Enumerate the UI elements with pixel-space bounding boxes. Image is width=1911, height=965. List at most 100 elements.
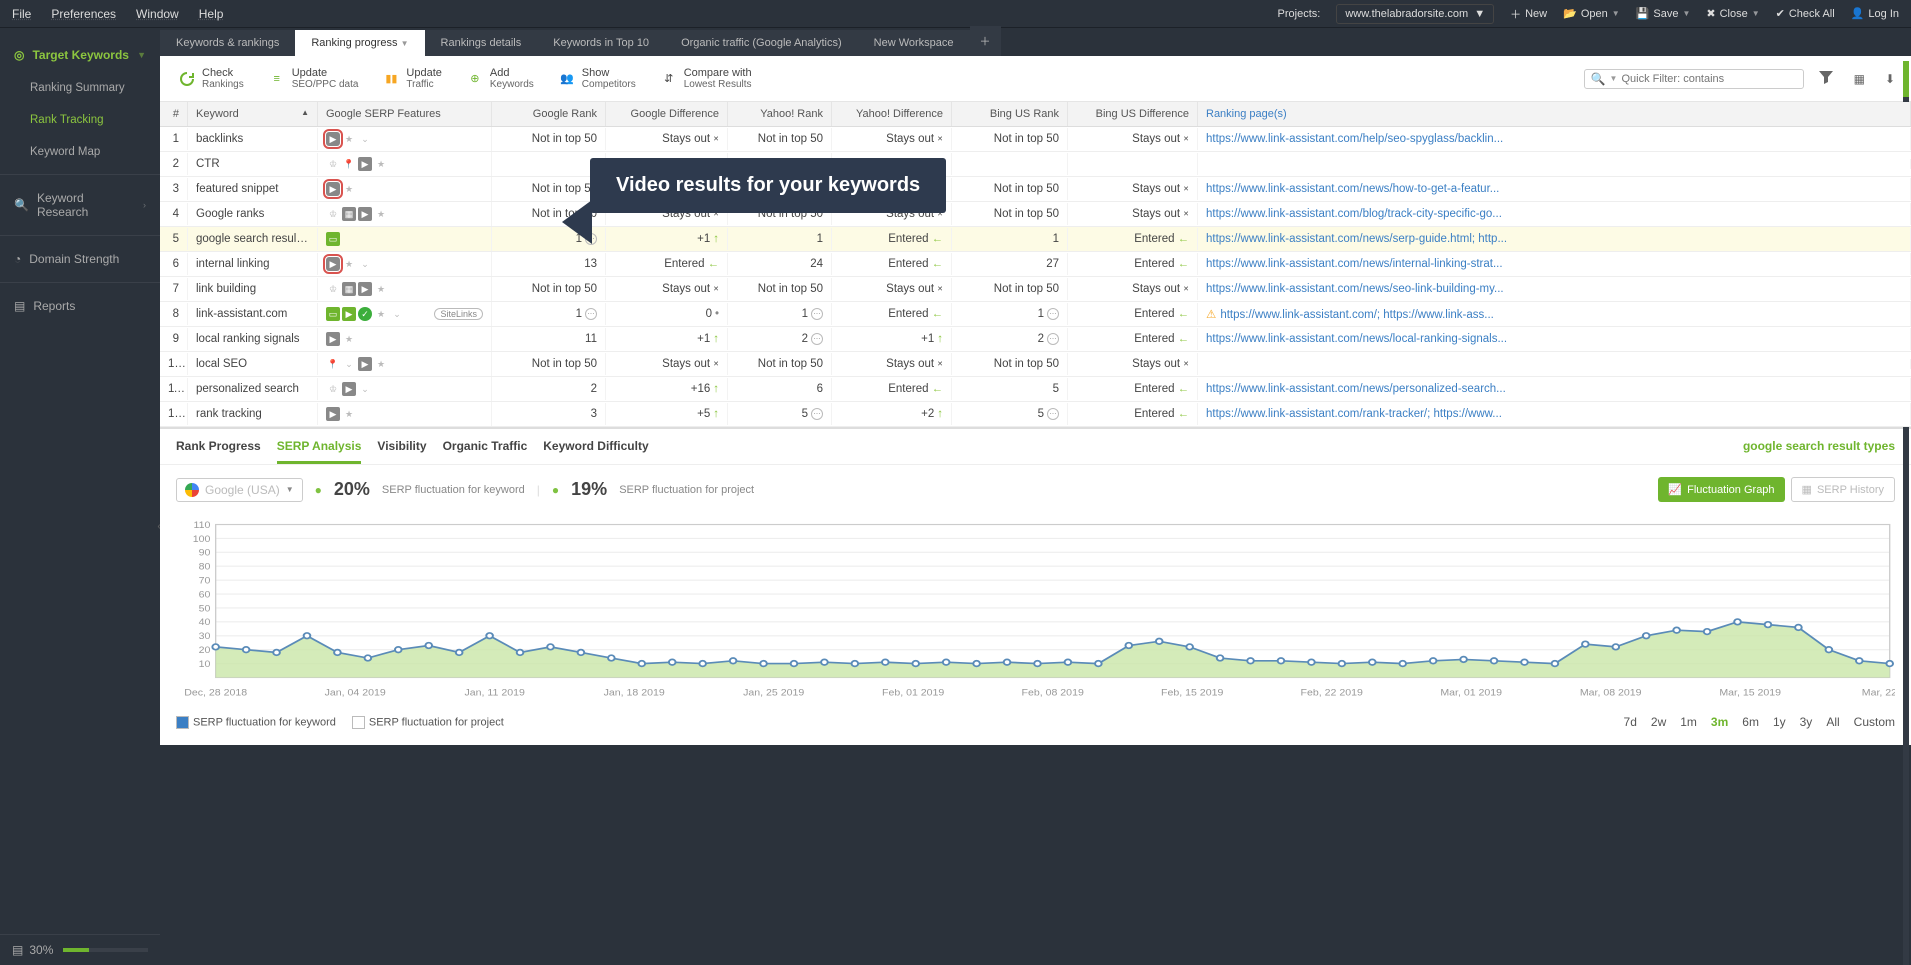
ltab-keyword-difficulty[interactable]: Keyword Difficulty bbox=[543, 439, 648, 464]
project-selector[interactable]: www.thelabradorsite.com ▼ bbox=[1336, 4, 1494, 24]
range-7d[interactable]: 7d bbox=[1624, 715, 1637, 729]
open-button[interactable]: 📂Open▼ bbox=[1563, 7, 1620, 20]
table-row[interactable]: 4Google ranks♔▦▶★Not in top 50Stays out✕… bbox=[160, 202, 1911, 227]
table-row[interactable]: 2CTR♔📍▶★ bbox=[160, 152, 1911, 177]
tasks-icon: ▤ bbox=[12, 943, 23, 957]
video-icon: ▶ bbox=[358, 207, 372, 221]
compare-icon: ⇵ bbox=[660, 70, 678, 88]
download-icon[interactable]: ⬇ bbox=[1885, 72, 1895, 86]
header-yahoo-rank[interactable]: Yahoo! Rank bbox=[728, 102, 832, 126]
table-row[interactable]: 1backlinks▶★⌄Not in top 50Stays out✕Not … bbox=[160, 127, 1911, 152]
tab-new-workspace[interactable]: New Workspace bbox=[858, 30, 970, 56]
header-bing-diff[interactable]: Bing US Difference bbox=[1068, 102, 1198, 126]
table-row[interactable]: 10local SEO📍⌄▶★Not in top 50Stays out✕No… bbox=[160, 352, 1911, 377]
tab-keywords-top10[interactable]: Keywords in Top 10 bbox=[537, 30, 665, 56]
close-button[interactable]: ✖Close▼ bbox=[1706, 7, 1759, 20]
table-row[interactable]: 5google search result types▭1⋯+1↑1Entere… bbox=[160, 227, 1911, 252]
quick-filter[interactable]: 🔍▼ bbox=[1584, 69, 1804, 89]
quick-filter-input[interactable] bbox=[1621, 73, 1796, 85]
bars-icon: ▮▮ bbox=[382, 70, 400, 88]
header-google-rank[interactable]: Google Rank bbox=[492, 102, 606, 126]
video-icon: ▶ bbox=[358, 357, 372, 371]
tab-rankings-details[interactable]: Rankings details bbox=[425, 30, 538, 56]
sidebar-keyword-research[interactable]: 🔍Keyword Research› bbox=[0, 181, 160, 229]
sidebar-keyword-map[interactable]: Keyword Map bbox=[0, 136, 160, 168]
table-row[interactable]: 6internal linking▶★⌄13Entered←24Entered←… bbox=[160, 252, 1911, 277]
grid-icon[interactable]: ▦ bbox=[1854, 72, 1865, 86]
star-icon: ★ bbox=[374, 357, 388, 371]
header-google-diff[interactable]: Google Difference bbox=[606, 102, 728, 126]
legend-kw-checkbox[interactable]: SERP fluctuation for keyword bbox=[176, 716, 336, 729]
svg-text:Feb, 22 2019: Feb, 22 2019 bbox=[1301, 688, 1363, 698]
sidebar-ranking-summary[interactable]: Ranking Summary bbox=[0, 72, 160, 104]
fluctuation-graph-button[interactable]: 📈Fluctuation Graph bbox=[1658, 477, 1784, 502]
new-button[interactable]: ＋New bbox=[1510, 6, 1547, 22]
legend-prj-checkbox[interactable]: SERP fluctuation for project bbox=[352, 716, 504, 729]
svg-text:Mar, 01 2019: Mar, 01 2019 bbox=[1440, 688, 1502, 698]
table-row[interactable]: 9local ranking signals▶★11+1↑2⋯+1↑2⋯Ente… bbox=[160, 327, 1911, 352]
star-icon: ★ bbox=[374, 157, 388, 171]
range-1m[interactable]: 1m bbox=[1680, 715, 1697, 729]
filter-icon[interactable] bbox=[1818, 69, 1834, 88]
tab-ranking-progress[interactable]: Ranking progress ▼ bbox=[295, 30, 424, 56]
sidebar-domain-strength[interactable]: ◔Domain Strength bbox=[0, 242, 160, 276]
tab-add-workspace[interactable]: ＋ bbox=[970, 26, 1001, 56]
refresh-icon bbox=[178, 70, 196, 88]
login-button[interactable]: 👤Log In bbox=[1851, 7, 1899, 20]
range-2w[interactable]: 2w bbox=[1651, 715, 1666, 729]
menu-help[interactable]: Help bbox=[199, 7, 224, 21]
tab-organic-traffic[interactable]: Organic traffic (Google Analytics) bbox=[665, 30, 858, 56]
table-row[interactable]: 12rank tracking▶★3+5↑5⋯+2↑5⋯Entered←http… bbox=[160, 402, 1911, 427]
header-keyword[interactable]: Keyword ▲ bbox=[188, 102, 318, 126]
ltab-organic-traffic[interactable]: Organic Traffic bbox=[443, 439, 528, 464]
check-all-button[interactable]: ✔Check All bbox=[1776, 7, 1835, 20]
serp-history-button[interactable]: ▦SERP History bbox=[1791, 477, 1895, 502]
ltab-serp-analysis[interactable]: SERP Analysis bbox=[277, 439, 362, 464]
range-3m[interactable]: 3m bbox=[1711, 715, 1728, 729]
svg-text:Mar, 22 201: Mar, 22 201 bbox=[1862, 688, 1895, 698]
chevron-right-icon: › bbox=[143, 200, 146, 210]
range-3y[interactable]: 3y bbox=[1800, 715, 1813, 729]
star-icon: ★ bbox=[374, 307, 388, 321]
header-ranking-pages[interactable]: Ranking page(s) bbox=[1198, 102, 1911, 126]
update-seo-button[interactable]: ≡UpdateSEO/PPC data bbox=[260, 63, 367, 94]
save-button[interactable]: 💾Save▼ bbox=[1636, 7, 1691, 20]
check-rankings-button[interactable]: CheckRankings bbox=[170, 63, 252, 94]
sidebar-reports[interactable]: ▤Reports bbox=[0, 289, 160, 323]
menu-preferences[interactable]: Preferences bbox=[51, 7, 116, 21]
toolbar: CheckRankings ≡UpdateSEO/PPC data ▮▮Upda… bbox=[160, 56, 1911, 102]
range-1y[interactable]: 1y bbox=[1773, 715, 1786, 729]
ltab-rank-progress[interactable]: Rank Progress bbox=[176, 439, 261, 464]
video-icon: ▶ bbox=[342, 382, 356, 396]
table-row[interactable]: 11personalized search♔▶⌄2+16↑6Entered←5E… bbox=[160, 377, 1911, 402]
tab-keywords-rankings[interactable]: Keywords & rankings bbox=[160, 30, 295, 56]
menu-window[interactable]: Window bbox=[136, 7, 179, 21]
compare-button[interactable]: ⇵Compare withLowest Results bbox=[652, 63, 760, 94]
header-bing-rank[interactable]: Bing US Rank bbox=[952, 102, 1068, 126]
show-competitors-button[interactable]: 👥ShowCompetitors bbox=[550, 63, 644, 94]
header-serp-features[interactable]: Google SERP Features bbox=[318, 102, 492, 126]
header-yahoo-diff[interactable]: Yahoo! Difference bbox=[832, 102, 952, 126]
sidebar-target-keywords[interactable]: ◎Target Keywords▼ bbox=[0, 38, 160, 72]
svg-text:10: 10 bbox=[199, 660, 211, 670]
plus-circle-icon: ⊕ bbox=[466, 70, 484, 88]
range-All[interactable]: All bbox=[1826, 715, 1839, 729]
table-row[interactable]: 7link building♔▦▶★Not in top 50Stays out… bbox=[160, 277, 1911, 302]
pin-icon: 📍 bbox=[342, 157, 356, 171]
range-6m[interactable]: 6m bbox=[1742, 715, 1759, 729]
check-icon: ✔ bbox=[1776, 7, 1785, 20]
topbar: File Preferences Window Help Projects: w… bbox=[0, 0, 1911, 28]
table-row[interactable]: 8link-assistant.com▭▶✓★⌄SiteLinks1⋯0•1⋯E… bbox=[160, 302, 1911, 327]
ltab-visibility[interactable]: Visibility bbox=[377, 439, 426, 464]
range-Custom[interactable]: Custom bbox=[1854, 715, 1895, 729]
search-engine-selector[interactable]: Google (USA) ▼ bbox=[176, 478, 303, 502]
sidebar-rank-tracking[interactable]: Rank Tracking bbox=[0, 104, 160, 136]
video-icon: ▶ bbox=[342, 307, 356, 321]
table-row[interactable]: 3featured snippet▶★Not in top 50Stays ou… bbox=[160, 177, 1911, 202]
header-index[interactable]: # bbox=[160, 102, 188, 126]
video-icon: ▶ bbox=[326, 257, 340, 271]
menu-file[interactable]: File bbox=[12, 7, 31, 21]
add-keywords-button[interactable]: ⊕AddKeywords bbox=[458, 63, 542, 94]
update-traffic-button[interactable]: ▮▮UpdateTraffic bbox=[374, 63, 449, 94]
svg-text:Mar, 08 2019: Mar, 08 2019 bbox=[1580, 688, 1642, 698]
